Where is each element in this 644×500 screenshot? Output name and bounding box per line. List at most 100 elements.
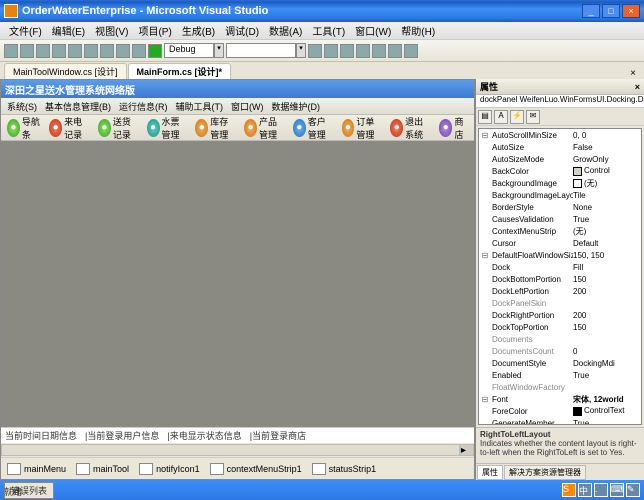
toolbar-button-1[interactable]: ●来电记录 bbox=[45, 113, 94, 143]
property-row[interactable]: DockFill bbox=[479, 261, 641, 273]
categorized-icon[interactable]: ▤ bbox=[478, 110, 492, 124]
run-icon[interactable] bbox=[148, 44, 162, 58]
tool-icon-2[interactable] bbox=[340, 44, 354, 58]
toolbar-button-5[interactable]: ●产品管理 bbox=[240, 113, 289, 143]
form-menu-window[interactable]: 窗口(W) bbox=[227, 100, 268, 113]
property-value[interactable]: False bbox=[573, 143, 641, 152]
cut-icon[interactable] bbox=[68, 44, 82, 58]
tab-maintoolwindow[interactable]: MainToolWindow.cs [设计] bbox=[4, 63, 127, 79]
tray-item-contextMenuStrip1[interactable]: contextMenuStrip1 bbox=[210, 463, 302, 475]
property-value[interactable]: 150, 150 bbox=[573, 251, 641, 260]
form-menu-basic[interactable]: 基本信息管理(B) bbox=[41, 100, 115, 113]
ime-icon-1[interactable]: S bbox=[562, 483, 576, 497]
property-row[interactable]: ⊟AutoScrollMinSize0, 0 bbox=[479, 129, 641, 141]
h-scrollbar[interactable] bbox=[1, 444, 460, 456]
property-row[interactable]: ContextMenuStrip(无) bbox=[479, 225, 641, 237]
save-icon[interactable] bbox=[36, 44, 50, 58]
property-row[interactable]: ⊟DefaultFloatWindowSize150, 150 bbox=[479, 249, 641, 261]
ime-icon-3[interactable]: . bbox=[594, 483, 608, 497]
menu-project[interactable]: 项目(P) bbox=[133, 23, 176, 38]
property-value[interactable]: 150 bbox=[573, 275, 641, 284]
property-row[interactable]: AutoSizeFalse bbox=[479, 141, 641, 153]
expand-icon[interactable]: ⊟ bbox=[479, 131, 491, 140]
menu-build[interactable]: 生成(B) bbox=[177, 23, 220, 38]
toolbar-button-0[interactable]: ●导航条 bbox=[3, 113, 45, 143]
tab-close-icon[interactable]: × bbox=[626, 68, 640, 79]
property-row[interactable]: EnabledTrue bbox=[479, 369, 641, 381]
toolbar-button-6[interactable]: ●客户管理 bbox=[289, 113, 338, 143]
tool-icon-3[interactable] bbox=[356, 44, 370, 58]
property-row[interactable]: FloatWindowFactory bbox=[479, 381, 641, 393]
tray-item-statusStrip1[interactable]: statusStrip1 bbox=[312, 463, 377, 475]
toolbar-button-2[interactable]: ●送货记录 bbox=[94, 113, 143, 143]
property-value[interactable]: (无) bbox=[573, 178, 641, 189]
property-row[interactable]: CursorDefault bbox=[479, 237, 641, 249]
expand-icon[interactable]: ⊟ bbox=[479, 251, 491, 260]
property-value[interactable]: 150 bbox=[573, 323, 641, 332]
form-menu-data[interactable]: 数据维护(D) bbox=[268, 100, 325, 113]
property-value[interactable]: 200 bbox=[573, 311, 641, 320]
tool-icon-5[interactable] bbox=[388, 44, 402, 58]
property-value[interactable]: (无) bbox=[573, 226, 641, 237]
menu-data[interactable]: 数据(A) bbox=[264, 23, 307, 38]
ime-icon-4[interactable]: ⌨ bbox=[610, 483, 624, 497]
expand-icon[interactable]: ⊟ bbox=[479, 395, 491, 404]
property-value[interactable]: None bbox=[573, 203, 641, 212]
menu-help[interactable]: 帮助(H) bbox=[396, 23, 440, 38]
property-row[interactable]: BackgroundImageLayoutTile bbox=[479, 189, 641, 201]
properties-grid[interactable]: ⊟AutoScrollMinSize0, 0AutoSizeFalseAutoS… bbox=[478, 128, 642, 425]
property-value[interactable]: True bbox=[573, 215, 641, 224]
properties-icon[interactable]: ⚡ bbox=[510, 110, 524, 124]
object-selector[interactable]: dockPanel WeifenLuo.WinFormsUI.Docking.D… bbox=[476, 95, 644, 108]
property-row[interactable]: ⊟Font宋体, 12world bbox=[479, 393, 641, 405]
ime-icon-2[interactable]: 中 bbox=[578, 483, 592, 497]
menu-window[interactable]: 窗口(W) bbox=[350, 23, 396, 38]
tool-icon-1[interactable] bbox=[324, 44, 338, 58]
property-value[interactable]: Fill bbox=[573, 263, 641, 272]
undo-icon[interactable] bbox=[116, 44, 130, 58]
property-row[interactable]: DockTopPortion150 bbox=[479, 321, 641, 333]
menu-tools[interactable]: 工具(T) bbox=[307, 23, 350, 38]
tray-item-mainTool[interactable]: mainTool bbox=[76, 463, 129, 475]
config-selector[interactable]: Debug▾ bbox=[164, 43, 224, 58]
menu-debug[interactable]: 调试(D) bbox=[220, 23, 264, 38]
property-value[interactable]: Tile bbox=[573, 191, 641, 200]
form-menu-system[interactable]: 系统(S) bbox=[3, 100, 41, 113]
paste-icon[interactable] bbox=[100, 44, 114, 58]
form-menu-run[interactable]: 运行信息(R) bbox=[115, 100, 172, 113]
property-row[interactable]: DockBottomPortion150 bbox=[479, 273, 641, 285]
property-row[interactable]: DockRightPortion200 bbox=[479, 309, 641, 321]
close-button[interactable]: × bbox=[622, 4, 640, 18]
panel-close-icon[interactable]: × bbox=[635, 82, 640, 92]
property-value[interactable]: 0, 0 bbox=[573, 131, 641, 140]
property-row[interactable]: BackgroundImage(无) bbox=[479, 177, 641, 189]
tool-icon-6[interactable] bbox=[404, 44, 418, 58]
property-value[interactable]: 0 bbox=[573, 347, 641, 356]
property-row[interactable]: AutoSizeModeGrowOnly bbox=[479, 153, 641, 165]
property-value[interactable]: True bbox=[573, 419, 641, 426]
property-value[interactable]: ControlText bbox=[573, 406, 641, 415]
tray-item-mainMenu[interactable]: mainMenu bbox=[7, 463, 66, 475]
toolbar-button-8[interactable]: ●退出系统 bbox=[386, 113, 435, 143]
minimize-button[interactable]: _ bbox=[582, 4, 600, 18]
property-row[interactable]: BorderStyleNone bbox=[479, 201, 641, 213]
property-row[interactable]: ForeColorControlText bbox=[479, 405, 641, 417]
redo-icon[interactable] bbox=[132, 44, 146, 58]
property-row[interactable]: DockPanelSkin bbox=[479, 297, 641, 309]
open-icon[interactable] bbox=[20, 44, 34, 58]
maximize-button[interactable]: □ bbox=[602, 4, 620, 18]
alphabetical-icon[interactable]: A bbox=[494, 110, 508, 124]
property-value[interactable]: DockingMdi bbox=[573, 359, 641, 368]
save-all-icon[interactable] bbox=[52, 44, 66, 58]
toolbar-button-9[interactable]: ●商店 bbox=[435, 113, 472, 143]
menu-file[interactable]: 文件(F) bbox=[4, 23, 47, 38]
property-row[interactable]: GenerateMemberTrue bbox=[479, 417, 641, 425]
tool-icon-4[interactable] bbox=[372, 44, 386, 58]
property-value[interactable]: Control bbox=[573, 166, 641, 175]
property-row[interactable]: BackColorControl bbox=[479, 165, 641, 177]
ime-icon-5[interactable]: ✎ bbox=[626, 483, 640, 497]
toolbar-button-7[interactable]: ●订单管理 bbox=[338, 113, 387, 143]
property-row[interactable]: CausesValidationTrue bbox=[479, 213, 641, 225]
property-row[interactable]: DocumentStyleDockingMdi bbox=[479, 357, 641, 369]
tab-solution-explorer[interactable]: 解决方案资源管理器 bbox=[504, 465, 586, 480]
